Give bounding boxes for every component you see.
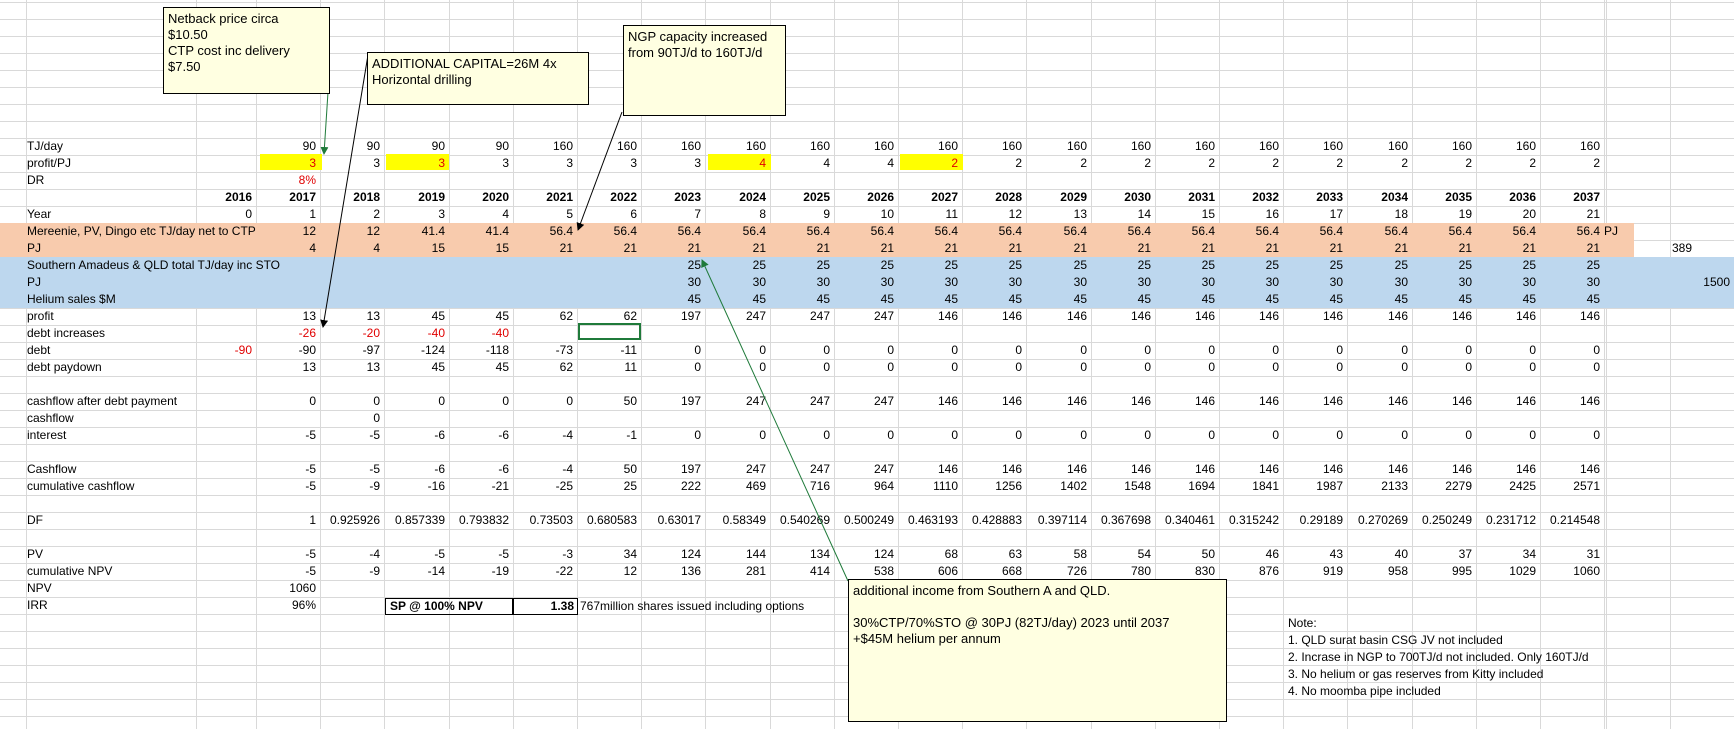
additional-capital-note[interactable]: ADDITIONAL CAPITAL=26M 4x Horizontal dri… [367, 52, 589, 105]
ngp-capacity-note[interactable]: NGP capacity increased from 90TJ/d to 16… [623, 25, 786, 116]
additional-income-note[interactable]: additional income from Southern A and QL… [848, 579, 1227, 722]
netback-price-note[interactable]: Netback price circa $10.50 CTP cost inc … [163, 7, 330, 94]
